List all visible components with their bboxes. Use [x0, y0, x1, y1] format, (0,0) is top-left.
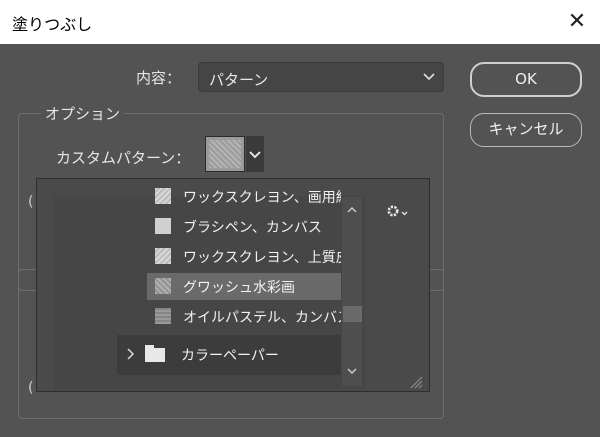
folder-icon [145, 345, 165, 362]
pattern-thumbnail [155, 308, 171, 324]
pattern-dropdown-button[interactable] [246, 136, 264, 172]
ok-button[interactable]: OK [470, 62, 582, 97]
partial-checkbox-edge: ( [28, 380, 34, 396]
close-icon[interactable]: ✕ [554, 0, 600, 44]
pattern-thumbnail [155, 188, 171, 204]
scroll-thumb[interactable] [343, 306, 362, 322]
pattern-item-selected[interactable]: グワッシュ水彩画 [147, 273, 341, 300]
chevron-down-icon[interactable] [347, 367, 357, 375]
pattern-item-label: グワッシュ水彩画 [183, 280, 295, 296]
chevron-down-icon [249, 151, 261, 159]
chevron-right-icon[interactable] [125, 346, 137, 362]
cancel-button[interactable]: キャンセル [470, 113, 582, 147]
pattern-thumbnail [155, 218, 171, 234]
picker-scrollbar[interactable] [342, 197, 362, 386]
folder-row[interactable]: カラーペーパー [117, 335, 341, 375]
fill-dialog: 内容： パターン OK キャンセル オプション カスタムパターン： ( ( ワッ… [0, 44, 600, 437]
pattern-item-label: ワックスクレヨン、上質皮 [183, 250, 341, 266]
pattern-item[interactable]: オイルパステル、カンバス [147, 303, 341, 330]
partial-checkbox-edge: ( [28, 194, 34, 210]
pattern-item-label: ブラシペン、カンバス [183, 220, 322, 236]
custom-pattern-label: カスタムパターン： [56, 149, 191, 167]
options-legend: オプション [41, 103, 125, 124]
window-title: 塗りつぶし [12, 15, 93, 34]
pattern-item-label: ワックスクレヨン、画用紙 [183, 190, 341, 206]
pattern-item[interactable]: ブラシペン、カンバス [147, 213, 341, 240]
folder-label: カラーペーパー [181, 348, 279, 364]
contents-label: 内容： [136, 69, 182, 87]
pattern-item[interactable]: ワックスクレヨン、画用紙 [147, 183, 341, 210]
chevron-up-icon[interactable] [347, 206, 357, 214]
contents-select-value: パターン [209, 71, 269, 89]
pattern-item[interactable]: ワックスクレヨン、上質皮 [147, 243, 341, 270]
pattern-picker-popup: ワックスクレヨン、画用紙 ブラシペン、カンバス ワックスクレヨン、上質皮 グワッ… [36, 178, 430, 392]
chevron-down-icon [423, 73, 435, 81]
pattern-texture [209, 140, 241, 168]
pattern-thumbnail [155, 248, 171, 264]
resize-grip-icon[interactable] [409, 375, 423, 389]
title-bar: 塗りつぶし ✕ [0, 0, 600, 44]
pattern-swatch[interactable] [205, 136, 245, 172]
contents-select[interactable]: パターン [198, 62, 444, 92]
pattern-item-label: オイルパステル、カンバス [183, 310, 341, 326]
gear-icon[interactable] [385, 203, 411, 219]
pattern-thumbnail [155, 278, 171, 294]
